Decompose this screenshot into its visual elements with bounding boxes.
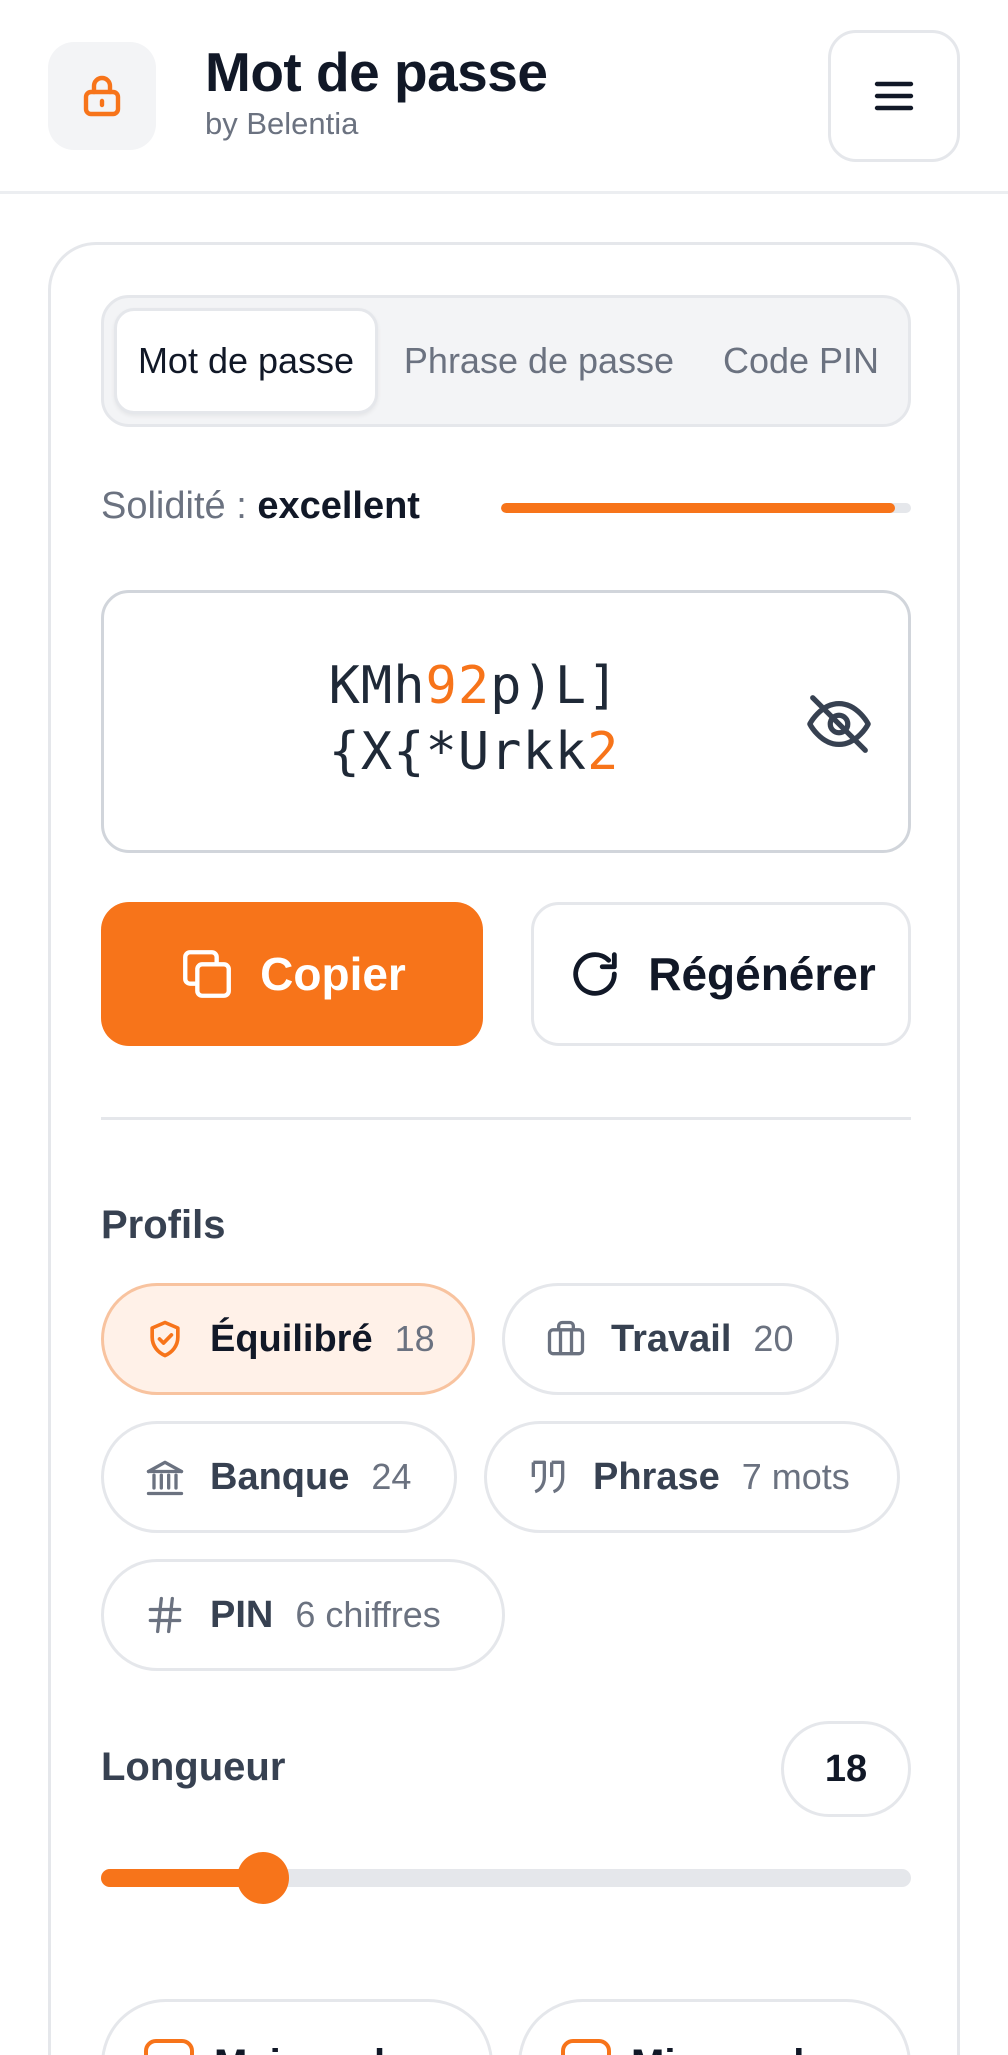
tab-mot-de-passe[interactable]: Mot de passe [114, 308, 378, 414]
profile-meta: 18 [394, 1318, 435, 1359]
profile-name: Travail [611, 1317, 732, 1360]
strength-text: Solidité : excellent [101, 485, 420, 528]
checkbox-checked-icon[interactable] [144, 2039, 194, 2055]
strength-bar-fill [501, 503, 895, 513]
strength-value: excellent [257, 485, 420, 527]
length-heading: Longueur [101, 1745, 286, 1789]
password-text[interactable]: KMh92p)L] {X{*Urkk2 [184, 653, 764, 785]
app-title: Mot de passe [205, 41, 548, 103]
length-value[interactable]: 18 [781, 1721, 911, 1817]
refresh-icon [573, 952, 617, 996]
profile-chip-travail[interactable]: Travail 20 [502, 1283, 839, 1395]
password-char-segment: p)L] [490, 656, 620, 716]
option-minuscules[interactable]: Minuscules [518, 1999, 911, 2055]
profile-name: Banque [210, 1455, 350, 1498]
tab-phrase-de-passe[interactable]: Phrase de passe [384, 308, 694, 414]
password-line: {X{*Urkk2 [184, 719, 764, 785]
regenerate-button[interactable]: Régénérer [531, 902, 911, 1046]
option-label: Majuscules [214, 2042, 430, 2055]
password-digit-segment: 2 [587, 722, 620, 782]
generator-card: Mot de passe Phrase de passe Code PIN So… [48, 242, 960, 2055]
copy-button[interactable]: Copier [101, 902, 483, 1046]
copy-icon [183, 950, 232, 998]
hash-icon [142, 1592, 188, 1638]
option-label: Minuscules [631, 2042, 849, 2055]
profile-chip-phrase[interactable]: Phrase 7 mots [484, 1421, 900, 1533]
copy-button-label: Copier [260, 948, 406, 1000]
shield-check-icon [142, 1316, 188, 1362]
profile-chip-equilibre[interactable]: Équilibré 18 [101, 1283, 475, 1395]
checkbox-checked-icon[interactable] [561, 2039, 611, 2055]
strength-label: Solidité : [101, 485, 258, 527]
tab-code-pin[interactable]: Code PIN [698, 308, 904, 414]
profile-meta: 6 chiffres [295, 1594, 441, 1635]
strength-bar [501, 503, 911, 513]
password-char-segment: KMh [328, 656, 426, 716]
app-header: Mot de passe by Belentia [0, 0, 1008, 194]
profile-chip-pin[interactable]: PIN 6 chiffres [101, 1559, 505, 1671]
regenerate-button-label: Régénérer [648, 948, 876, 1000]
length-slider[interactable] [101, 1852, 911, 1904]
bank-icon [142, 1454, 188, 1500]
menu-button[interactable] [828, 30, 960, 162]
section-divider [101, 1117, 911, 1120]
profile-name: PIN [210, 1593, 274, 1636]
profile-name: Phrase [593, 1455, 720, 1498]
profile-chip-banque[interactable]: Banque 24 [101, 1421, 457, 1533]
profiles-heading: Profils [101, 1203, 226, 1247]
quote-icon [525, 1454, 571, 1500]
profile-name: Équilibré [210, 1317, 373, 1360]
password-display: KMh92p)L] {X{*Urkk2 [101, 590, 911, 853]
eye-off-icon[interactable] [804, 689, 874, 759]
password-char-segment: {X{*Urkk [328, 722, 588, 782]
option-majuscules[interactable]: Majuscules [101, 1999, 493, 2055]
profile-meta: 20 [753, 1318, 794, 1359]
briefcase-icon [543, 1316, 589, 1362]
app-logo [48, 42, 156, 150]
profile-meta: 7 mots [741, 1456, 850, 1497]
password-digit-segment: 92 [425, 656, 491, 716]
app-subtitle: by Belentia [205, 106, 359, 141]
length-slider-thumb[interactable] [237, 1852, 289, 1904]
mode-tabs: Mot de passe Phrase de passe Code PIN [101, 295, 911, 427]
lock-icon [83, 75, 121, 117]
password-line: KMh92p)L] [184, 653, 764, 719]
profile-meta: 24 [371, 1456, 412, 1497]
menu-icon [874, 81, 914, 111]
